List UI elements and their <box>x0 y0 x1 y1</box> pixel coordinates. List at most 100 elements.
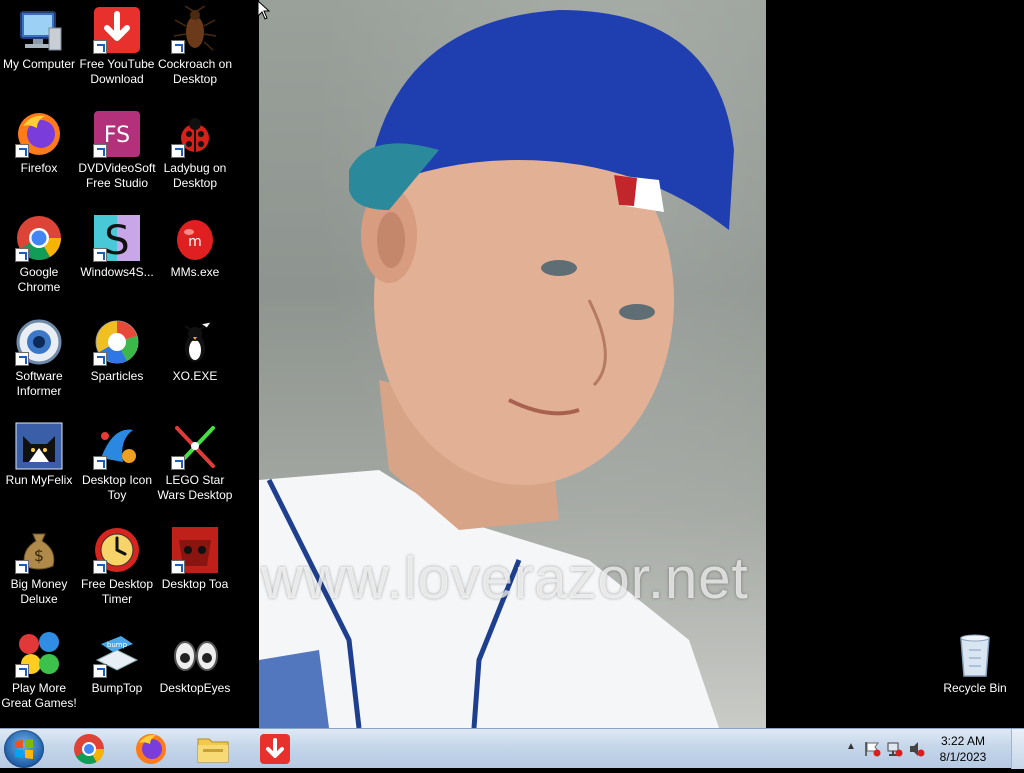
desktop-icon-label: BumpTop <box>91 681 143 695</box>
shortcut-arrow-icon <box>171 560 185 574</box>
svg-text:$: $ <box>34 546 44 565</box>
firefox-icon <box>15 110 63 158</box>
sparticles-icon <box>93 318 141 366</box>
desktop-icon-software-informer[interactable]: Software Informer <box>0 312 78 412</box>
desktop-icon-ladybug-on-desktop[interactable]: Ladybug on Desktop <box>156 104 234 204</box>
svg-text:FS: FS <box>104 123 130 148</box>
desktop-icon-lego-star-wars-desktop[interactable]: LEGO Star Wars Desktop <box>156 416 234 516</box>
desktop-icon-free-youtube-download[interactable]: Free YouTube Download <box>78 0 156 100</box>
penguin-icon <box>171 318 219 366</box>
desktop-icon-sparticles[interactable]: Sparticles <box>78 312 156 412</box>
wallpaper-portrait <box>259 10 734 728</box>
cat-icon <box>15 422 63 470</box>
clock-icon <box>93 526 141 574</box>
shortcut-arrow-icon <box>15 352 29 366</box>
desktop-icon-firefox[interactable]: Firefox <box>0 104 78 204</box>
folder-icon <box>197 738 229 763</box>
desktop-icon-bumptop[interactable]: bump BumpTop <box>78 624 156 724</box>
lightsaber-icon <box>171 422 219 470</box>
desktop-icon-big-money-deluxe[interactable]: $ Big Money Deluxe <box>0 520 78 620</box>
bumptop-icon: bump <box>93 630 141 678</box>
taskbar-explorer-button[interactable] <box>188 731 238 767</box>
desktop-icon-label: Desktop Icon Toy <box>81 473 153 502</box>
games-icon <box>15 630 63 678</box>
desktop-icon-label: MMs.exe <box>170 265 220 279</box>
recycle-bin-icon <box>951 630 999 678</box>
desktop-icon-label: Run MyFelix <box>5 473 73 487</box>
shortcut-arrow-icon <box>15 248 29 262</box>
desktop-icon-my-computer[interactable]: My Computer <box>0 0 78 100</box>
desktop-icon-desktop-toa[interactable]: Desktop Toa <box>156 520 234 620</box>
shortcut-arrow-icon <box>171 40 185 54</box>
network-icon[interactable] <box>886 741 904 757</box>
desktop-icon-dvdvideosoft-free-studio[interactable]: FS DVDVideoSoft Free Studio <box>78 104 156 204</box>
svg-text:bump: bump <box>107 641 128 649</box>
taskbar-clock[interactable]: 3:22 AM 8/1/2023 <box>932 733 994 765</box>
start-button[interactable] <box>4 730 44 768</box>
desktop-icon-run-myfelix[interactable]: Run MyFelix <box>0 416 78 516</box>
desktop-icon-label: Sparticles <box>90 369 144 383</box>
wallpaper-watermark: www.loverazor.net <box>261 546 749 611</box>
desktop[interactable]: www.loverazor.net My Computer Firefox Go… <box>0 0 1024 728</box>
clock-time: 3:22 AM <box>940 734 986 748</box>
shortcut-arrow-icon <box>93 40 107 54</box>
wallpaper-image: www.loverazor.net <box>259 0 766 728</box>
shortcut-arrow-icon <box>15 664 29 678</box>
desktop-icon-recycle-bin[interactable]: Recycle Bin <box>936 624 1014 724</box>
svg-text:m: m <box>188 234 202 250</box>
shortcut-arrow-icon <box>93 664 107 678</box>
desktop-icon-google-chrome[interactable]: Google Chrome <box>0 208 78 308</box>
shortcut-arrow-icon <box>171 144 185 158</box>
shortcut-arrow-icon <box>93 352 107 366</box>
desktop-icon-label: Free YouTube Download <box>79 57 155 86</box>
desktop-icon-label: Ladybug on Desktop <box>163 161 227 190</box>
desktop-icon-desktop-icon-toy[interactable]: Desktop Icon Toy <box>78 416 156 516</box>
taskbar: ▲ 3:22 AM 8/1/2023 <box>0 728 1024 769</box>
svg-text:S: S <box>104 218 129 262</box>
desktop-icon-free-desktop-timer[interactable]: Free Desktop Timer <box>78 520 156 620</box>
desktop-icon-label: Google Chrome <box>17 265 61 294</box>
desktop-icon-label: Cockroach on Desktop <box>157 57 233 86</box>
computer-icon <box>15 6 63 54</box>
show-desktop-button[interactable] <box>1011 729 1024 769</box>
desktop-icon-windows4s[interactable]: S Windows4S... <box>78 208 156 308</box>
eyes-icon <box>171 630 219 678</box>
mouse-cursor-icon <box>257 0 271 20</box>
shortcut-arrow-icon <box>93 144 107 158</box>
desktop-icon-label: Windows4S... <box>80 265 154 279</box>
windows-logo-icon <box>15 739 33 759</box>
desktop-icon-cockroach-on-desktop[interactable]: Cockroach on Desktop <box>156 0 234 100</box>
desktop-icon-mms-exe[interactable]: m MMs.exe <box>156 208 234 308</box>
volume-muted-icon[interactable] <box>908 741 926 757</box>
desktop-icon-play-more-great-games[interactable]: Play More Great Games! <box>0 624 78 724</box>
firefox-icon <box>136 734 166 764</box>
shortcut-arrow-icon <box>93 560 107 574</box>
desktop-icon-label: Big Money Deluxe <box>10 577 68 606</box>
desktop-icon-desktopeyes[interactable]: DesktopEyes <box>156 624 234 724</box>
desktop-icon-xo-exe[interactable]: XO.EXE <box>156 312 234 412</box>
system-tray: ▲ 3:22 AM 8/1/2023 <box>834 729 1024 769</box>
show-hidden-icons-icon[interactable]: ▲ <box>846 741 856 752</box>
s-letter-icon: S <box>93 214 141 264</box>
action-center-flag-icon[interactable] <box>864 741 882 757</box>
eye-lens-icon <box>15 318 63 366</box>
shortcut-arrow-icon <box>15 144 29 158</box>
taskbar-free-youtube-download-button[interactable] <box>250 731 300 767</box>
desktop-icon-label: Free Desktop Timer <box>80 577 154 606</box>
shortcut-arrow-icon <box>171 456 185 470</box>
icon-toy-icon <box>93 422 141 470</box>
ladybug-icon <box>171 110 219 158</box>
desktop-icon-label: Software Informer <box>15 369 63 398</box>
desktop-icon-label: DVDVideoSoft Free Studio <box>78 161 156 190</box>
money-bag-icon: $ <box>15 526 63 574</box>
mms-candy-icon: m <box>171 214 219 262</box>
desktop-icon-label: My Computer <box>2 57 76 71</box>
taskbar-chrome-button[interactable] <box>64 731 114 767</box>
desktop-icon-label: Recycle Bin <box>943 681 1007 695</box>
taskbar-firefox-button[interactable] <box>126 731 176 767</box>
desktop-icon-label: DesktopEyes <box>159 681 231 695</box>
clock-date: 8/1/2023 <box>939 750 987 764</box>
chrome-icon <box>74 734 104 765</box>
desktop-icon-label: Play More Great Games! <box>1 681 77 710</box>
shortcut-arrow-icon <box>93 248 107 262</box>
